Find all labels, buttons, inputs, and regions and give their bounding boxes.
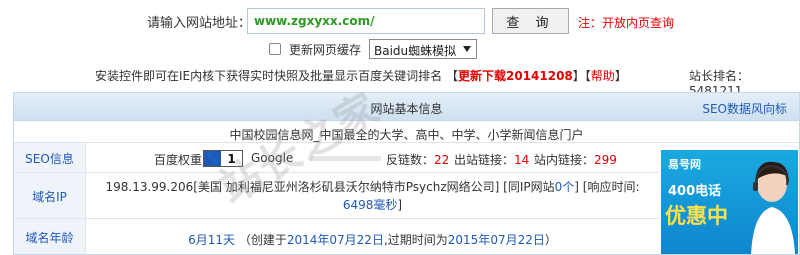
site-title-row: 中国校园信息网_中国最全的大学、高中、中学、小学新闻信息门户 (14, 121, 799, 143)
backlinks: 反链数：22 (386, 153, 450, 167)
created-date: 2014年07月22日 (286, 233, 384, 247)
baidu-weight-badge[interactable]: 🐾 1 (203, 150, 243, 167)
engine-select-value: Baidu蜘蛛模拟 (374, 44, 457, 58)
backlinks-value[interactable]: 22 (434, 153, 449, 167)
refresh-cache-label: 更新网页缓存 (289, 43, 362, 57)
plugin-bar: 安装控件即可在IE内核下获得实时快照及批量显示百度关键词排名 【更新下载2014… (0, 66, 800, 98)
domain-age-label[interactable]: 域名年龄 (14, 219, 86, 254)
google-label: Google (251, 151, 294, 165)
url-label: 请输入网站地址： (147, 16, 252, 31)
ad-line2: 优惠中 (665, 204, 728, 228)
query-button[interactable]: 查 询 (492, 8, 569, 34)
site-info-panel: 网站基本信息 SEO数据风向标 中国校园信息网_中国最全的大学、高中、中学、小学… (13, 92, 800, 255)
panel-title: 网站基本信息 (370, 102, 443, 116)
domain-age-duration: 6月11天 (188, 233, 236, 247)
refresh-cache-checkbox[interactable] (269, 43, 281, 55)
outlinks: 出站链接：14 (454, 153, 530, 167)
outlinks-value[interactable]: 14 (514, 153, 529, 167)
baidu-weight-label: 百度权重 (154, 153, 203, 167)
panel-header: 网站基本信息 SEO数据风向标 (14, 93, 799, 121)
baidu-weight-value: 1 (221, 151, 242, 166)
site-title: 中国校园信息网_中国最全的大学、高中、中学、小学新闻信息门户 (229, 128, 584, 142)
engine-select[interactable]: Baidu蜘蛛模拟 (369, 39, 477, 59)
ip-row: 198.13.99.206[美国 加利福尼亚州洛杉矶县沃尔纳特市Psychz网络… (105, 180, 640, 212)
query-row: 请输入网站地址： 查 询 注：开放内页查询 (0, 8, 800, 34)
domain-age-row: 6月11天 （创建于2014年07月22日,过期时间为2015年07月22日） (188, 233, 557, 247)
plugin-text: 安装控件即可在IE内核下获得实时快照及批量显示百度关键词排名 【更新下载2014… (95, 69, 627, 83)
download-link[interactable]: 更新下载20141208 (458, 69, 573, 83)
same-ip: [同IP网站0个] (503, 180, 579, 194)
query-note: 注：开放内页查询 (578, 16, 675, 30)
options-row: 更新网页缓存 Baidu蜘蛛模拟 (0, 39, 800, 59)
inlinks-value[interactable]: 299 (594, 153, 617, 167)
inlinks: 站内链接：299 (534, 153, 617, 167)
ad-line1: 400电话 (668, 184, 722, 199)
expire-date: 2015年07月22日 (447, 233, 545, 247)
plugin-description: 安装控件即可在IE内核下获得实时快照及批量显示百度关键词排名 (95, 69, 443, 83)
seo-trend-link[interactable]: SEO数据风向标 (702, 100, 787, 117)
response-time-value: 6498毫秒 (342, 198, 398, 212)
url-input[interactable] (247, 8, 485, 34)
google-pr-bar (311, 156, 381, 161)
customer-service-person-icon (751, 161, 795, 254)
ad-logo: 易号网 (668, 158, 701, 171)
chevron-down-icon (463, 46, 471, 52)
seo-row: 百度权重 🐾 1 Google 反链数：22 出站链接：14 站内链接：299 (86, 143, 659, 173)
ad-banner[interactable]: 易号网 400电话 优惠中 (661, 150, 798, 254)
baidu-paw-icon: 🐾 (204, 151, 221, 166)
same-ip-count[interactable]: 0个 (555, 180, 575, 194)
response-time-label: [响应时间: (582, 180, 640, 194)
ip-text: 198.13.99.206[美国 加利福尼亚州洛杉矶县沃尔纳特市Psychz网络… (105, 180, 500, 194)
help-link[interactable]: 帮助 (591, 69, 615, 83)
